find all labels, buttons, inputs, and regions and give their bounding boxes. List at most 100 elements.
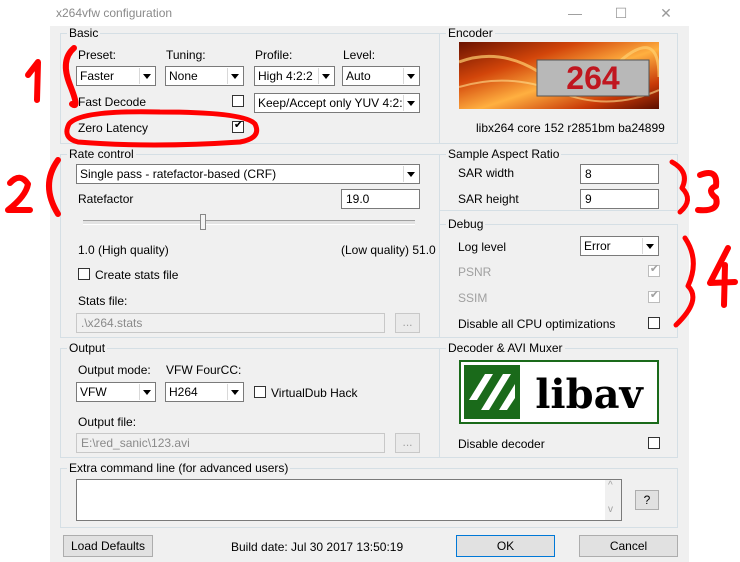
stats-file-label: Stats file: — [78, 294, 128, 308]
basic-group-label: Basic — [67, 26, 101, 40]
ssim-checkbox[interactable]: ✔ — [648, 289, 660, 303]
level-value: Auto — [346, 69, 371, 83]
ratefactor-label: Ratefactor — [78, 192, 134, 206]
config-window: x264vfw configuration — ☐ ✕ Basic Preset… — [50, 0, 689, 562]
fourcc-value: H264 — [169, 385, 198, 399]
output-file-value: E:\red_sanic\123.avi — [81, 436, 190, 450]
output-mode-combo[interactable]: VFW — [76, 382, 156, 402]
help-button[interactable]: ? — [635, 490, 659, 510]
rate-mode-combo[interactable]: Single pass - ratefactor-based (CRF) — [76, 164, 420, 184]
create-stats-check-mark — [79, 266, 90, 278]
window-title: x264vfw configuration — [56, 6, 173, 20]
chevron-down-icon[interactable] — [642, 238, 657, 254]
profile-combo[interactable]: High 4:2:2 — [254, 66, 335, 86]
stats-file-value: .\x264.stats — [81, 316, 143, 330]
annotation-stroke-1 — [25, 59, 41, 103]
low-quality-label: (Low quality) 51.0 — [341, 243, 436, 257]
scroll-down-icon[interactable]: v — [608, 504, 613, 515]
level-combo[interactable]: Auto — [342, 66, 420, 86]
chevron-down-icon[interactable] — [227, 384, 242, 400]
decoder-group-label: Decoder & AVI Muxer — [446, 341, 565, 355]
encoder-logo-text: 264 — [566, 60, 620, 96]
extra-scrollbar[interactable]: ^ v — [605, 480, 621, 520]
sar-width-label: SAR width — [458, 166, 515, 180]
zero-latency-check-mark: ✔ — [233, 119, 244, 131]
sar-width-input[interactable]: 8 — [580, 164, 659, 184]
sar-height-input[interactable]: 9 — [580, 189, 659, 209]
chevron-down-icon[interactable] — [403, 68, 418, 84]
disable-cpu-label: Disable all CPU optimizations — [458, 317, 616, 331]
psnr-label: PSNR — [458, 265, 492, 279]
ok-button[interactable]: OK — [456, 535, 555, 557]
output-file-label: Output file: — [78, 415, 137, 429]
virtualdub-label: VirtualDub Hack — [271, 386, 358, 400]
fourcc-label: VFW FourCC: — [166, 363, 242, 377]
minimize-button[interactable]: — — [560, 4, 590, 22]
ssim-label: SSIM — [458, 291, 488, 305]
encoder-group-label: Encoder — [446, 26, 495, 40]
build-date: Build date: Jul 30 2017 13:50:19 — [231, 540, 404, 554]
fourcc-combo[interactable]: H264 — [165, 382, 244, 402]
psnr-check-mark: ✔ — [649, 263, 660, 275]
high-quality-label: 1.0 (High quality) — [78, 243, 169, 257]
disable-decoder-checkbox[interactable] — [648, 437, 660, 449]
output-mode-label: Output mode: — [78, 363, 151, 377]
sar-group-label: Sample Aspect Ratio — [446, 147, 562, 161]
output-group-label: Output — [67, 341, 108, 355]
cancel-button[interactable]: Cancel — [579, 535, 678, 557]
load-defaults-button[interactable]: Load Defaults — [63, 535, 153, 557]
preset-combo[interactable]: Faster — [76, 66, 156, 86]
virtualdub-check-mark — [255, 384, 266, 396]
fast-decode-label: Fast Decode — [78, 95, 147, 109]
chevron-down-icon[interactable] — [139, 384, 154, 400]
output-file-input[interactable]: E:\red_sanic\123.avi — [76, 433, 385, 453]
extra-command-textarea[interactable]: ^ v — [76, 479, 622, 521]
ratefactor-slider-thumb[interactable] — [199, 214, 206, 230]
disable-decoder-check-mark — [649, 435, 660, 447]
chevron-down-icon[interactable] — [139, 68, 154, 84]
log-level-value: Error — [584, 239, 611, 253]
chevron-down-icon[interactable] — [227, 68, 242, 84]
annotation-stroke-3 — [695, 170, 720, 214]
keep-accept-combo[interactable]: Keep/Accept only YUV 4:2:2 — [254, 93, 420, 113]
level-label: Level: — [343, 48, 376, 62]
virtualdub-checkbox[interactable] — [254, 386, 266, 398]
libav-logo: libav — [459, 360, 659, 424]
debug-group-label: Debug — [446, 217, 486, 231]
output-mode-value: VFW — [80, 385, 107, 399]
zero-latency-label: Zero Latency — [78, 121, 149, 135]
fast-decode-checkbox[interactable] — [232, 95, 244, 107]
x264-logo: 264 — [459, 42, 659, 109]
chevron-down-icon[interactable] — [403, 95, 418, 111]
keep-accept-value: Keep/Accept only YUV 4:2:2 — [258, 96, 410, 110]
ratefactor-value: 19.0 — [346, 192, 370, 206]
close-button[interactable]: ✕ — [651, 4, 681, 22]
profile-label: Profile: — [255, 48, 293, 62]
chevron-down-icon[interactable] — [318, 68, 333, 84]
tuning-label: Tuning: — [166, 48, 206, 62]
disable-decoder-label: Disable decoder — [458, 437, 545, 451]
output-browse-button[interactable]: ... — [395, 433, 420, 453]
psnr-checkbox[interactable]: ✔ — [648, 263, 660, 277]
sar-height-value: 9 — [585, 192, 592, 206]
maximize-button[interactable]: ☐ — [606, 4, 636, 22]
zero-latency-checkbox[interactable]: ✔ — [232, 119, 244, 133]
log-level-combo[interactable]: Error — [580, 236, 659, 256]
tuning-combo[interactable]: None — [165, 66, 244, 86]
fast-decode-check-mark — [233, 93, 244, 105]
rate-mode-value: Single pass - ratefactor-based (CRF) — [80, 167, 277, 181]
stats-browse-button[interactable]: ... — [395, 313, 420, 333]
disable-cpu-checkbox[interactable] — [648, 317, 660, 329]
ratefactor-slider-track[interactable] — [83, 220, 415, 225]
profile-value: High 4:2:2 — [258, 69, 313, 83]
ratefactor-input[interactable]: 19.0 — [341, 189, 420, 209]
stats-file-input[interactable]: .\x264.stats — [76, 313, 385, 333]
tuning-value: None — [169, 69, 198, 83]
annotation-stroke-4 — [707, 245, 738, 308]
sar-width-value: 8 — [585, 167, 592, 181]
chevron-down-icon[interactable] — [403, 166, 418, 182]
create-stats-checkbox[interactable] — [78, 268, 90, 280]
encoder-version: libx264 core 152 r2851bm ba24899 — [476, 121, 665, 135]
ssim-check-mark: ✔ — [649, 289, 660, 301]
scroll-up-icon[interactable]: ^ — [608, 480, 613, 491]
